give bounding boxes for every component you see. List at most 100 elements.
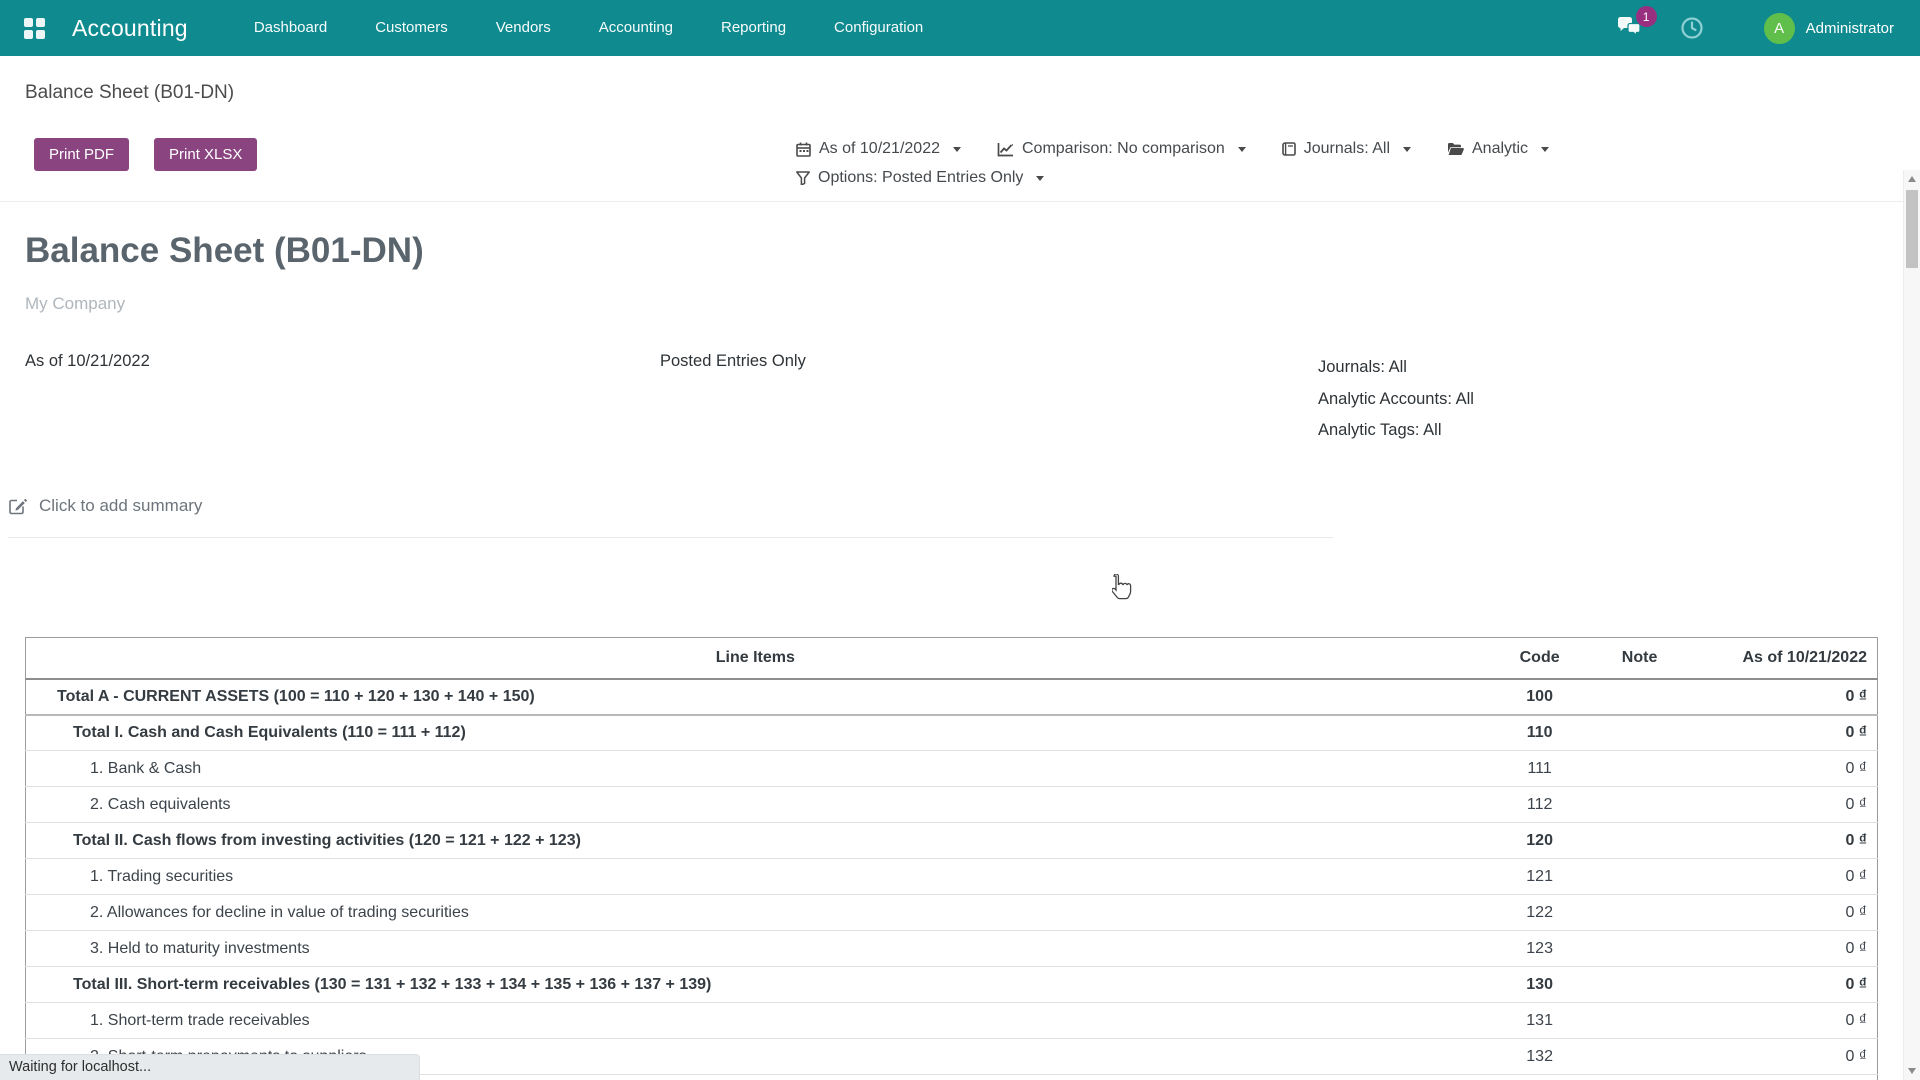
row-label[interactable]: Total III. Short-term receivables (130 =… xyxy=(26,967,1485,1003)
row-code: 130 xyxy=(1485,967,1595,1003)
table-row: 1. Bank & Cash 111 0 ₫ xyxy=(26,751,1878,787)
edit-pencil-icon xyxy=(8,496,28,516)
row-label[interactable]: 1. Short-term trade receivables xyxy=(26,1003,1485,1039)
row-value[interactable]: 0 ₫ xyxy=(1685,895,1878,931)
col-header-asof: As of 10/21/2022 xyxy=(1685,638,1878,679)
report-info-date: As of 10/21/2022 xyxy=(25,352,150,371)
print-pdf-button[interactable]: Print PDF xyxy=(34,138,129,171)
filter-comparison-dropdown[interactable]: Comparison: No comparison xyxy=(997,140,1246,158)
row-note xyxy=(1595,823,1685,859)
filter-options-label: Options: Posted Entries Only xyxy=(818,169,1023,187)
topbar-right-cluster: 1 A Administrator xyxy=(1616,13,1920,44)
row-note xyxy=(1595,679,1685,715)
chevron-down-icon xyxy=(1403,147,1411,152)
scroll-up-arrow[interactable] xyxy=(1908,176,1916,182)
print-xlsx-button[interactable]: Print XLSX xyxy=(154,138,257,171)
filter-journals-dropdown[interactable]: Journals: All xyxy=(1282,140,1411,158)
nav-item-customers[interactable]: Customers xyxy=(351,0,472,56)
row-code: 120 xyxy=(1485,823,1595,859)
row-code: 133 xyxy=(1485,1075,1595,1080)
row-code: 111 xyxy=(1485,751,1595,787)
user-avatar[interactable]: A xyxy=(1764,13,1795,44)
row-note xyxy=(1595,1075,1685,1080)
action-buttons: Print PDF Print XLSX xyxy=(34,138,257,171)
report-info-analytic-accounts: Analytic Accounts: All xyxy=(1318,384,1474,416)
row-value[interactable]: 0 ₫ xyxy=(1685,1003,1878,1039)
row-value[interactable]: 0 ₫ xyxy=(1685,1039,1878,1075)
report-info-options: Posted Entries Only xyxy=(660,352,806,371)
row-value[interactable]: 0 ₫ xyxy=(1685,931,1878,967)
row-label[interactable]: 3. Held to maturity investments xyxy=(26,931,1485,967)
scrollbar-thumb[interactable] xyxy=(1906,190,1918,268)
book-icon xyxy=(1282,142,1296,157)
nav-item-dashboard[interactable]: Dashboard xyxy=(230,0,351,56)
activities-clock-icon[interactable] xyxy=(1680,16,1704,40)
row-value[interactable]: 0 ₫ xyxy=(1685,751,1878,787)
report-info-journals-analytic: Journals: All Analytic Accounts: All Ana… xyxy=(1318,352,1474,447)
row-label[interactable]: 1. Bank & Cash xyxy=(26,751,1485,787)
row-note xyxy=(1595,1003,1685,1039)
row-note xyxy=(1595,751,1685,787)
row-note xyxy=(1595,895,1685,931)
table-row: 1. Trading securities 121 0 ₫ xyxy=(26,859,1878,895)
add-summary-field[interactable]: Click to add summary xyxy=(8,496,202,516)
row-code: 112 xyxy=(1485,787,1595,823)
messages-count-badge: 1 xyxy=(1636,6,1657,27)
apps-grid-icon[interactable] xyxy=(24,18,45,39)
row-label[interactable]: 1. Trading securities xyxy=(26,859,1485,895)
row-value[interactable]: 0 ₫ xyxy=(1685,1075,1878,1080)
messages-icon[interactable]: 1 xyxy=(1616,15,1646,41)
report-info-journals: Journals: All xyxy=(1318,352,1474,384)
row-label[interactable]: Total A - CURRENT ASSETS (100 = 110 + 12… xyxy=(26,679,1485,715)
filter-date-dropdown[interactable]: As of 10/21/2022 xyxy=(796,140,961,158)
nav-item-reporting[interactable]: Reporting xyxy=(697,0,810,56)
chevron-down-icon xyxy=(953,147,961,152)
calendar-icon xyxy=(796,142,811,157)
filter-options-dropdown[interactable]: Options: Posted Entries Only xyxy=(796,169,1044,187)
row-code: 131 xyxy=(1485,1003,1595,1039)
row-note xyxy=(1595,967,1685,1003)
folder-open-icon xyxy=(1447,142,1464,156)
row-code: 132 xyxy=(1485,1039,1595,1075)
browser-status-toast: Waiting for localhost... xyxy=(0,1054,420,1080)
row-value[interactable]: 0 ₫ xyxy=(1685,679,1878,715)
row-note xyxy=(1595,715,1685,751)
row-value[interactable]: 0 ₫ xyxy=(1685,787,1878,823)
vertical-scrollbar[interactable] xyxy=(1903,170,1920,1080)
filter-row-1: As of 10/21/2022 Comparison: No comparis… xyxy=(796,140,1549,158)
filter-comparison-label: Comparison: No comparison xyxy=(1022,140,1225,158)
table-row: 3. Held to maturity investments 123 0 ₫ xyxy=(26,931,1878,967)
balance-sheet-table: Line Items Code Note As of 10/21/2022 To… xyxy=(25,637,1878,1080)
nav-item-vendors[interactable]: Vendors xyxy=(472,0,575,56)
breadcrumb[interactable]: Balance Sheet (B01-DN) xyxy=(25,82,234,104)
row-label[interactable]: Total I. Cash and Cash Equivalents (110 … xyxy=(26,715,1485,751)
row-note xyxy=(1595,859,1685,895)
mouse-cursor-hand xyxy=(1112,574,1138,602)
row-value[interactable]: 0 ₫ xyxy=(1685,715,1878,751)
row-label[interactable]: 2. Cash equivalents xyxy=(26,787,1485,823)
app-brand[interactable]: Accounting xyxy=(72,15,188,42)
row-note xyxy=(1595,1039,1685,1075)
report-company: My Company xyxy=(25,294,125,314)
row-label[interactable]: Total II. Cash flows from investing acti… xyxy=(26,823,1485,859)
table-header: Line Items Code Note As of 10/21/2022 xyxy=(26,638,1878,679)
row-value[interactable]: 0 ₫ xyxy=(1685,823,1878,859)
summary-underline xyxy=(8,537,1333,538)
user-name[interactable]: Administrator xyxy=(1806,20,1894,37)
filter-funnel-icon xyxy=(796,171,810,185)
row-code: 110 xyxy=(1485,715,1595,751)
row-label[interactable]: 2. Allowances for decline in value of tr… xyxy=(26,895,1485,931)
nav-item-accounting[interactable]: Accounting xyxy=(575,0,697,56)
report-filters: As of 10/21/2022 Comparison: No comparis… xyxy=(796,140,1549,187)
table-row: Total II. Cash flows from investing acti… xyxy=(26,823,1878,859)
scroll-down-arrow[interactable] xyxy=(1908,1068,1916,1074)
row-value[interactable]: 0 ₫ xyxy=(1685,967,1878,1003)
nav-item-configuration[interactable]: Configuration xyxy=(810,0,947,56)
line-chart-icon xyxy=(997,142,1014,157)
table-row: Total I. Cash and Cash Equivalents (110 … xyxy=(26,715,1878,751)
filter-analytic-dropdown[interactable]: Analytic xyxy=(1447,140,1549,158)
app-window: Accounting Dashboard Customers Vendors A… xyxy=(0,0,1920,1080)
col-header-note: Note xyxy=(1595,638,1685,679)
row-value[interactable]: 0 ₫ xyxy=(1685,859,1878,895)
table-row: 2. Allowances for decline in value of tr… xyxy=(26,895,1878,931)
